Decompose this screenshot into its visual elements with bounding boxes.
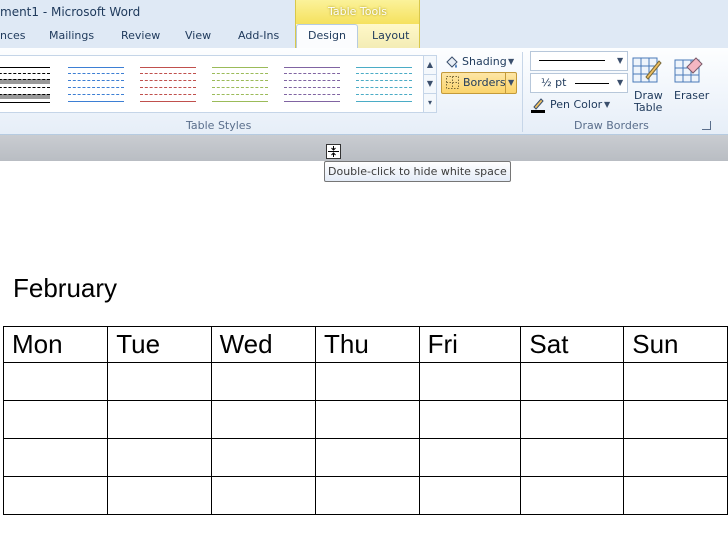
table-cell[interactable] — [623, 362, 728, 401]
group-separator — [522, 52, 523, 132]
table-cell[interactable] — [623, 438, 728, 477]
borders-label: Borders — [463, 76, 506, 89]
borders-icon — [446, 76, 459, 89]
line-style-sample — [539, 60, 605, 61]
table-cell[interactable] — [520, 476, 625, 515]
table-row — [2, 438, 728, 477]
chevron-down-icon: ▼ — [617, 78, 624, 87]
table-tools-header: Table Tools — [295, 0, 420, 24]
table-cell[interactable] — [107, 438, 212, 477]
eraser-button[interactable]: Eraser — [672, 53, 712, 103]
table-cell[interactable] — [520, 400, 625, 439]
table-header-row: Mon Tue Wed Thu Fri Sat Sun — [2, 326, 728, 363]
table-cell[interactable] — [520, 362, 625, 401]
line-weight-value: ½ pt — [541, 76, 567, 89]
table-cell[interactable] — [418, 400, 522, 439]
tab-references[interactable]: nces — [0, 29, 26, 42]
table-style-thumb[interactable] — [140, 61, 196, 105]
dialog-launcher-icon[interactable] — [702, 121, 711, 130]
header-cell-fri[interactable]: Fri — [418, 326, 522, 363]
line-style-dropdown[interactable]: ▼ — [530, 51, 628, 71]
gallery-scrollbar[interactable]: ▲ ▼ ▾ — [423, 55, 437, 113]
table-cell[interactable] — [315, 400, 420, 439]
scroll-up-icon[interactable]: ▲ — [424, 56, 436, 75]
chevron-down-icon: ▼ — [617, 56, 624, 65]
draw-borders-group-label: Draw Borders — [574, 119, 649, 132]
chevron-down-icon[interactable]: ▼ — [508, 78, 514, 87]
table-cell[interactable] — [315, 362, 420, 401]
table-cell[interactable] — [623, 400, 728, 439]
line-weight-sample — [575, 83, 609, 84]
table-cell[interactable] — [315, 476, 420, 515]
paint-bucket-icon — [446, 56, 458, 68]
shading-button[interactable]: Shading ▼ — [444, 54, 516, 70]
document-heading[interactable]: February — [13, 273, 117, 304]
table-styles-group-label: Table Styles — [186, 119, 252, 132]
header-cell-sat[interactable]: Sat — [520, 326, 625, 363]
borders-button[interactable]: Borders ▼ — [441, 72, 517, 94]
table-cell[interactable] — [623, 476, 728, 515]
table-cell[interactable] — [315, 438, 420, 477]
eraser-icon — [674, 57, 703, 83]
chevron-down-icon: ▼ — [604, 100, 611, 109]
tab-design[interactable]: Design — [308, 29, 346, 42]
table-cell[interactable] — [2, 476, 109, 515]
header-cell-tue[interactable]: Tue — [107, 326, 212, 363]
pen-icon — [531, 98, 545, 113]
table-cell[interactable] — [2, 438, 109, 477]
table-tools-label: Table Tools — [327, 5, 388, 18]
shading-label: Shading — [462, 55, 507, 68]
gallery-more-icon[interactable]: ▾ — [424, 94, 436, 112]
table-styles-gallery[interactable] — [0, 55, 424, 113]
header-cell-sun[interactable]: Sun — [623, 326, 728, 363]
hidden-white-space-bar[interactable] — [0, 135, 728, 161]
header-cell-thu[interactable]: Thu — [315, 326, 420, 363]
table-row — [2, 400, 728, 439]
table-cell[interactable] — [107, 476, 212, 515]
table-cell[interactable] — [210, 438, 317, 477]
draw-table-icon — [632, 57, 662, 83]
table-cell[interactable] — [210, 400, 317, 439]
scroll-down-icon[interactable]: ▼ — [424, 75, 436, 94]
table-style-thumb[interactable] — [284, 61, 340, 105]
table-style-thumb[interactable] — [0, 61, 50, 105]
hide-white-space-icon[interactable] — [326, 144, 342, 160]
header-cell-mon[interactable]: Mon — [2, 326, 109, 363]
draw-table-button[interactable]: Draw Table — [630, 53, 666, 115]
eraser-label: Eraser — [674, 89, 710, 102]
table-cell[interactable] — [418, 362, 522, 401]
table-cell[interactable] — [520, 438, 625, 477]
table-cell[interactable] — [2, 362, 109, 401]
tab-add-ins[interactable]: Add-Ins — [238, 29, 279, 42]
table-cell[interactable] — [210, 362, 317, 401]
table-cell[interactable] — [418, 438, 522, 477]
table-cell[interactable] — [2, 400, 109, 439]
line-weight-dropdown[interactable]: ½ pt ▼ — [530, 73, 628, 93]
table-cell[interactable] — [107, 400, 212, 439]
table-style-thumb[interactable] — [68, 61, 124, 105]
pen-color-button[interactable]: Pen Color ▼ — [530, 96, 612, 114]
table-style-thumb[interactable] — [356, 61, 412, 105]
window-title: ment1 - Microsoft Word — [0, 5, 141, 19]
table-cell[interactable] — [418, 476, 522, 515]
tab-review[interactable]: Review — [121, 29, 160, 42]
tooltip: Double-click to hide white space — [324, 161, 511, 182]
table-row — [2, 476, 728, 515]
table-cell[interactable] — [107, 362, 212, 401]
table-row — [2, 362, 728, 401]
draw-table-label-line2: Table — [634, 101, 663, 114]
header-cell-wed[interactable]: Wed — [210, 326, 317, 363]
chevron-down-icon: ▼ — [508, 57, 515, 66]
table-cell[interactable] — [210, 476, 317, 515]
table-style-thumb[interactable] — [212, 61, 268, 105]
tab-view[interactable]: View — [185, 29, 211, 42]
tab-mailings[interactable]: Mailings — [49, 29, 94, 42]
calendar-table[interactable]: Mon Tue Wed Thu Fri Sat Sun — [2, 326, 728, 515]
pen-color-label: Pen Color — [550, 98, 603, 111]
tab-layout[interactable]: Layout — [372, 29, 409, 42]
split-divider — [505, 73, 506, 93]
